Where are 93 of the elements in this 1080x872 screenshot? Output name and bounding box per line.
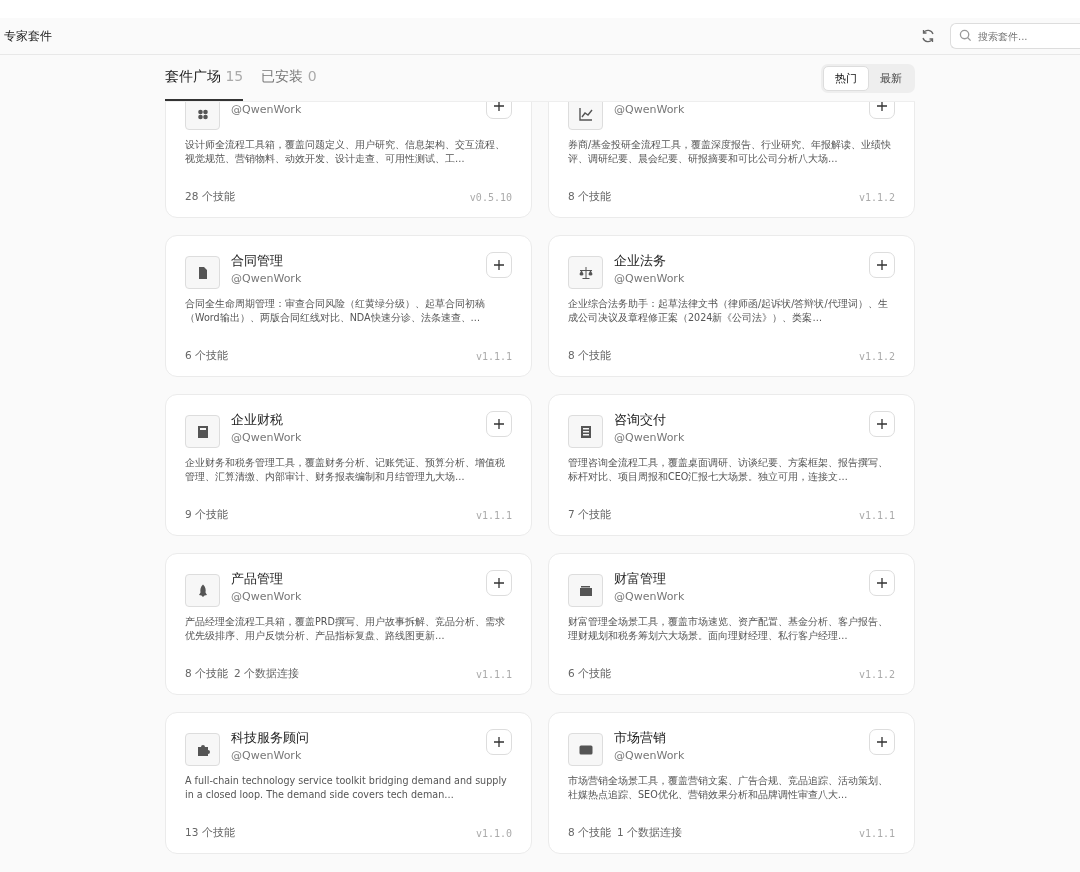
suite-author: @QwenWork (614, 272, 686, 285)
suite-title: 市场营销 (614, 729, 667, 747)
suite-card[interactable]: 咨询交付 @QwenWork 管理咨询全流程工具，覆盖桌面调研、访谈纪要、方案框架、报告撰写、标杆对比、项目周报和CEO汇报七大场景。独立可用，连接文… 7 个技能 v1.1.1 (548, 394, 915, 536)
suite-icon (185, 733, 220, 766)
suite-stat: 7 个技能 (568, 508, 612, 522)
search-field[interactable]: 搜索套件... (950, 23, 1080, 49)
suite-stat: 6 个技能 (568, 667, 612, 681)
search-icon (959, 29, 972, 42)
suite-title: 财富管理 (614, 570, 667, 588)
suite-card[interactable]: @QwenWork 设计师全流程工具箱，覆盖问题定义、用户研究、信息架构、交互流程、视觉规范、营销物料、动效开发、设计走查、可用性测试、工… 28 个技能 v0.5.10 (165, 102, 532, 218)
plus-icon (876, 736, 888, 748)
suite-stat: 1 个数据连接 (617, 826, 683, 840)
suite-description: 合同全生命周期管理：审查合同风险（红黄绿分级）、起草合同初稿（Word输出）、两版合同红线对比、NDA快速分诊、法条速查、… (185, 297, 486, 325)
suite-author: @QwenWork (614, 749, 686, 762)
version-label: v1.1.2 (858, 191, 895, 203)
add-button[interactable] (486, 252, 512, 278)
suite-icon (568, 574, 603, 607)
suite-stat: 8 个技能 (185, 667, 229, 681)
suite-card[interactable]: @QwenWork 券商/基金投研全流程工具，覆盖深度报告、行业研究、年报解读、业绩快评、调研纪要、晨会纪要、研报摘要和可比公司分析八大场… 8 个技能 v1.1.2 (548, 102, 915, 218)
suite-icon (185, 415, 220, 448)
suite-icon (568, 415, 603, 448)
suite-stat: 8 个技能 (568, 349, 612, 363)
version-label: v0.5.10 (469, 191, 512, 203)
plus-icon (876, 577, 888, 589)
version-label: v1.1.1 (858, 827, 895, 839)
suite-description: A full-chain technology service toolkit bridging demand and supply in a closed loop. The demand side covers tech deman… (185, 774, 508, 802)
suite-icon (568, 733, 603, 766)
plus-icon (493, 577, 505, 589)
suite-description: 券商/基金投研全流程工具，覆盖深度报告、行业研究、年报解读、业绩快评、调研纪要、晨会纪要、研报摘要和可比公司分析八大场… (568, 138, 893, 166)
plus-icon (493, 736, 505, 748)
page-title: 专家套件 (4, 27, 52, 45)
plus-icon (876, 418, 888, 430)
suite-icon (185, 256, 220, 289)
suite-icon (185, 574, 220, 607)
suite-stat: 13 个技能 (185, 826, 235, 840)
suite-author: @QwenWork (231, 590, 303, 603)
add-button[interactable] (486, 729, 512, 755)
suite-title: 产品管理 (231, 570, 284, 588)
suite-card[interactable]: 科技服务顾问 @QwenWork A full-chain technology service toolkit bridging demand and supply in a closed loop. The demand side covers tech deman… 13 个技能 v1.1.0 (165, 712, 532, 854)
plus-icon (493, 418, 505, 430)
version-label: v1.1.2 (858, 350, 895, 362)
suite-description: 设计师全流程工具箱，覆盖问题定义、用户研究、信息架构、交互流程、视觉规范、营销物料、动效开发、设计走查、可用性测试、工… (185, 138, 506, 166)
suite-author: @QwenWork (231, 431, 303, 444)
plus-icon (493, 102, 505, 112)
suite-stat: 28 个技能 (185, 190, 235, 204)
version-label: v1.1.1 (475, 668, 512, 680)
suite-description: 财富管理全场景工具，覆盖市场速览、资产配置、基金分析、客户报告、理财规划和税务筹划六大场景。面向理财经理、私行客户经理… (568, 615, 889, 643)
suite-title: 企业法务 (614, 252, 667, 270)
suite-author: @QwenWork (231, 272, 303, 285)
suite-description: 市场营销全场景工具，覆盖营销文案、广告合规、竞品追踪、活动策划、社媒热点追踪、SEO优化、营销效果分析和品牌调性审查八大… (568, 774, 889, 802)
suite-title: 企业财税 (231, 411, 284, 429)
plus-icon (876, 102, 888, 112)
suite-author: @QwenWork (614, 590, 686, 603)
suite-stat: 2 个数据连接 (234, 667, 300, 681)
version-label: v1.1.0 (475, 827, 512, 839)
suite-card[interactable]: 企业法务 @QwenWork 企业综合法务助手：起草法律文书（律师函/起诉状/答辩状/代理词）、生成公司决议及章程修正案（2024新《公司法》）、类案… 8 个技能 v1.1.2 (548, 235, 915, 377)
suite-stat: 6 个技能 (185, 349, 229, 363)
suite-author: @QwenWork (614, 431, 686, 444)
suite-description: 管理咨询全流程工具，覆盖桌面调研、访谈纪要、方案框架、报告撰写、标杆对比、项目周报和CEO汇报七大场景。独立可用，连接文… (568, 456, 889, 484)
suite-author: @QwenWork (231, 749, 303, 762)
add-button[interactable] (869, 411, 895, 437)
suite-stat: 9 个技能 (185, 508, 229, 522)
suite-stat: 8 个技能 (568, 190, 612, 204)
suite-description: 企业财务和税务管理工具，覆盖财务分析、记账凭证、预算分析、增值税管理、汇算清缴、内部审计、财务报表编制和月结管理九大场… (185, 456, 506, 484)
suite-stat: 8 个技能 (568, 826, 612, 840)
suite-title: 合同管理 (231, 252, 284, 270)
suite-card[interactable]: 企业财税 @QwenWork 企业财务和税务管理工具，覆盖财务分析、记账凭证、预算分析、增值税管理、汇算清缴、内部审计、财务报表编制和月结管理九大场… 9 个技能 v1.1.1 (165, 394, 532, 536)
version-label: v1.1.1 (858, 509, 895, 521)
suite-description: 产品经理全流程工具箱，覆盖PRD撰写、用户故事拆解、竞品分析、需求优先级排序、用户反馈分析、产品指标复盘、路线图更新… (185, 615, 506, 643)
plus-icon (493, 259, 505, 271)
version-label: v1.1.1 (475, 350, 512, 362)
suite-author: @QwenWork (614, 103, 686, 116)
suite-description: 企业综合法务助手：起草法律文书（律师函/起诉状/答辩状/代理词）、生成公司决议及章程修正案（2024新《公司法》）、类案… (568, 297, 889, 325)
add-button[interactable] (486, 570, 512, 596)
suite-card[interactable]: 产品管理 @QwenWork 产品经理全流程工具箱，覆盖PRD撰写、用户故事拆解、竞品分析、需求优先级排序、用户反馈分析、产品指标复盘、路线图更新… 8 个技能 2 个数据连接 v1.1.1 (165, 553, 532, 695)
add-button[interactable] (869, 252, 895, 278)
suite-card[interactable]: 财富管理 @QwenWork 财富管理全场景工具，覆盖市场速览、资产配置、基金分析、客户报告、理财规划和税务筹划六大场景。面向理财经理、私行客户经理… 6 个技能 v1.1.2 (548, 553, 915, 695)
suite-card[interactable]: 合同管理 @QwenWork 合同全生命周期管理：审查合同风险（红黄绿分级）、起草合同初稿（Word输出）、两版合同红线对比、NDA快速分诊、法条速查、… 6 个技能 v1.1.1 (165, 235, 532, 377)
suite-card[interactable]: 市场营销 @QwenWork 市场营销全场景工具，覆盖营销文案、广告合规、竞品追踪、活动策划、社媒热点追踪、SEO优化、营销效果分析和品牌调性审查八大… 8 个技能 1 个数据连接 v1.1.1 (548, 712, 915, 854)
suite-title: 科技服务顾问 (231, 729, 310, 747)
suite-author: @QwenWork (231, 103, 303, 116)
plus-icon (876, 259, 888, 271)
suite-icon (568, 256, 603, 289)
version-label: v1.1.1 (475, 509, 512, 521)
suite-title: 咨询交付 (614, 411, 667, 429)
add-button[interactable] (869, 570, 895, 596)
refresh-icon[interactable] (920, 28, 936, 44)
sort-option[interactable]: 最新 (869, 65, 913, 91)
tab[interactable]: 已安装 0 (261, 55, 317, 101)
version-label: v1.1.2 (858, 668, 895, 680)
add-button[interactable] (486, 411, 512, 437)
add-button[interactable] (869, 729, 895, 755)
sort-option[interactable]: 热门 (823, 65, 869, 91)
